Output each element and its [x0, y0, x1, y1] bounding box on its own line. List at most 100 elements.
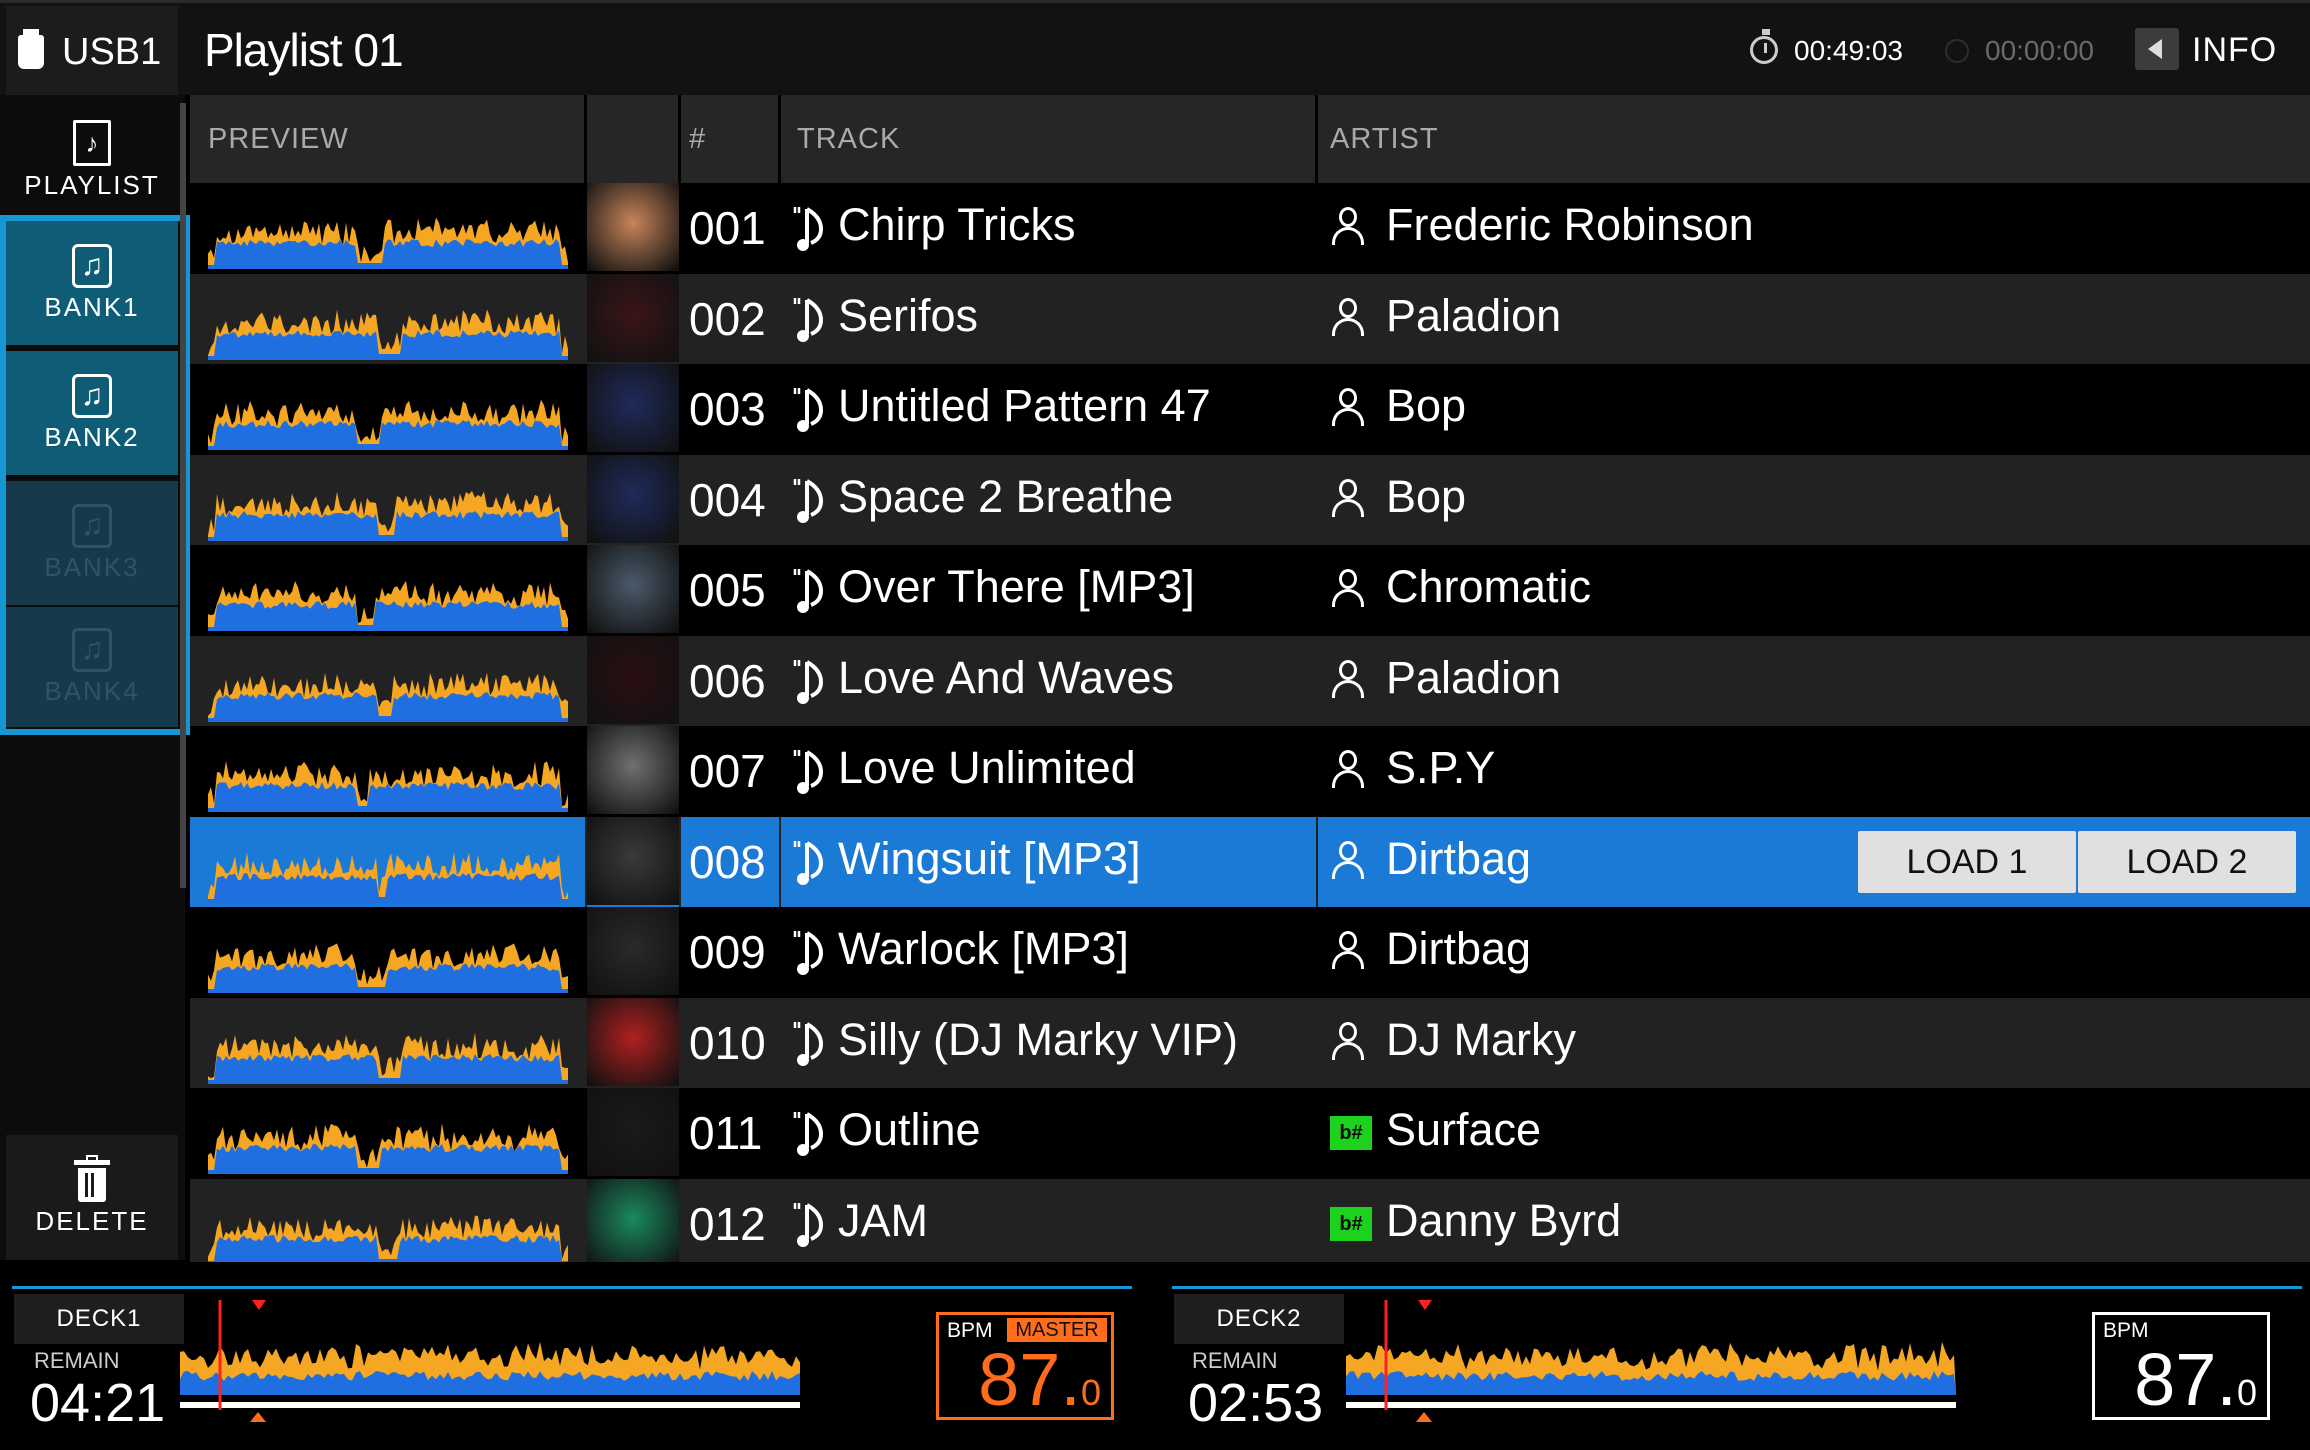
column-header-number[interactable]: # — [681, 95, 781, 183]
preview-cell[interactable] — [190, 817, 585, 907]
track-cell: Untitled Pattern 47 — [781, 364, 1316, 454]
preview-cell[interactable] — [190, 364, 585, 454]
artist-name: Dirtbag — [1386, 833, 1532, 884]
user-icon — [1330, 298, 1366, 338]
track-cell: Serifos — [781, 274, 1316, 364]
table-row[interactable]: 006 Love And Waves Paladion — [190, 636, 2310, 726]
album-artwork — [587, 726, 679, 814]
table-row[interactable]: 012 JAM b# Danny Byrd — [190, 1179, 2310, 1269]
track-icon — [793, 841, 824, 885]
track-preview-waveform[interactable] — [208, 563, 568, 631]
remain-label: REMAIN — [1192, 1348, 1278, 1373]
column-header-track[interactable]: TRACK — [781, 95, 1318, 183]
track-preview-waveform[interactable] — [208, 292, 568, 360]
table-row[interactable]: 011 Outline b# Surface — [190, 1088, 2310, 1178]
table-row[interactable]: 002 Serifos Paladion — [190, 274, 2310, 364]
preview-cell[interactable] — [190, 545, 585, 635]
label-icon: b# — [1330, 1116, 1372, 1150]
table-row[interactable]: 010 Silly (DJ Marky VIP) DJ Marky — [190, 998, 2310, 1088]
preview-cell[interactable] — [190, 274, 585, 364]
sidebar-item-bank3[interactable]: ♫ BANK3 — [6, 481, 178, 605]
table-row[interactable]: 007 Love Unlimited S.P.Y — [190, 726, 2310, 816]
artist-cell: Bop — [1318, 364, 2310, 454]
track-preview-waveform[interactable] — [208, 1106, 568, 1174]
preview-cell[interactable] — [190, 455, 585, 545]
load-deck-2-button[interactable]: LOAD 2 — [2078, 831, 2296, 893]
track-preview-waveform[interactable] — [208, 1197, 568, 1265]
bpm-display: BPM 87.0 — [2092, 1312, 2270, 1420]
bpm-value: 87.0 — [978, 1343, 1101, 1417]
track-preview-waveform[interactable] — [208, 925, 568, 993]
table-row[interactable]: 003 Untitled Pattern 47 Bop — [190, 364, 2310, 454]
preview-cell[interactable] — [190, 1179, 585, 1269]
artwork-cell — [587, 1088, 679, 1178]
album-artwork — [587, 1179, 679, 1267]
preview-cell[interactable] — [190, 636, 585, 726]
info-label[interactable]: INFO — [2192, 31, 2277, 70]
sidebar-item-bank2[interactable]: ♫ BANK2 — [6, 351, 178, 475]
artwork-cell — [587, 1179, 679, 1269]
sidebar-item-playlist[interactable]: ♪ PLAYLIST — [6, 105, 178, 215]
user-icon — [1330, 207, 1366, 247]
sidebar-item-bank4[interactable]: ♫ BANK4 — [6, 607, 178, 727]
track-icon — [793, 569, 824, 613]
artist-cell: S.P.Y — [1318, 726, 2310, 816]
sidebar-item-bank1[interactable]: ♫ BANK1 — [6, 221, 178, 345]
trash-icon — [74, 1155, 110, 1202]
track-preview-waveform[interactable] — [208, 654, 568, 722]
track-title: Over There [MP3] — [838, 561, 1195, 612]
track-preview-waveform[interactable] — [208, 382, 568, 450]
deck-2-waveform[interactable] — [1346, 1300, 2076, 1440]
track-cell: Warlock [MP3] — [781, 907, 1316, 997]
number-cell: 001 — [681, 183, 779, 273]
preview-cell[interactable] — [190, 998, 585, 1088]
deck-tag: DECK2 — [1174, 1294, 1344, 1344]
source-label: USB1 — [62, 30, 162, 73]
deck-1-waveform[interactable] — [180, 1300, 920, 1440]
table-row[interactable]: 001 Chirp Tricks Frederic Robinson — [190, 183, 2310, 273]
load-deck-1-button[interactable]: LOAD 1 — [1858, 831, 2076, 893]
music-note-icon: ♫ — [72, 503, 112, 548]
track-preview-waveform[interactable] — [208, 473, 568, 541]
user-icon — [1330, 479, 1366, 519]
artwork-cell — [587, 726, 679, 816]
table-row[interactable]: 008 Wingsuit [MP3] Dirtbag LOAD 1 LOAD 2 — [190, 817, 2310, 907]
album-artwork — [587, 998, 679, 1086]
track-number: 004 — [689, 474, 766, 526]
position-marker — [250, 1412, 266, 1422]
info-toggle-button[interactable] — [2135, 28, 2179, 70]
track-preview-waveform[interactable] — [208, 835, 568, 903]
cue-marker — [252, 1300, 266, 1310]
track-preview-waveform[interactable] — [208, 201, 568, 269]
artist-name: Surface — [1386, 1104, 1542, 1155]
preview-cell[interactable] — [190, 1088, 585, 1178]
table-row[interactable]: 005 Over There [MP3] Chromatic — [190, 545, 2310, 635]
deck-divider — [1172, 1286, 2302, 1289]
delete-label: DELETE — [35, 1206, 149, 1236]
artwork-cell — [587, 364, 679, 454]
sidebar-scrollbar[interactable] — [180, 103, 186, 888]
preview-cell[interactable] — [190, 183, 585, 273]
artist-name: Bop — [1386, 380, 1467, 431]
preview-cell[interactable] — [190, 907, 585, 997]
track-cell: Love And Waves — [781, 636, 1316, 726]
deck-panel: DECK1 REMAIN 04:21 BPM MASTER 87.0 DECK2… — [0, 1262, 2310, 1450]
artist-cell: DJ Marky — [1318, 998, 2310, 1088]
preview-cell[interactable] — [190, 726, 585, 816]
column-header-preview[interactable]: PREVIEW — [190, 95, 587, 183]
table-row[interactable]: 004 Space 2 Breathe Bop — [190, 455, 2310, 545]
source-usb1[interactable]: USB1 — [6, 6, 178, 98]
usb-icon — [18, 29, 44, 69]
track-icon — [793, 207, 824, 251]
delete-button[interactable]: DELETE — [6, 1135, 178, 1260]
track-icon — [793, 660, 824, 704]
deck-2: DECK2 REMAIN 02:53 BPM 87.0 — [1160, 1262, 2310, 1450]
table-row[interactable]: 009 Warlock [MP3] Dirtbag — [190, 907, 2310, 997]
column-header-artwork[interactable] — [587, 95, 681, 183]
bpm-integer: 87. — [978, 1338, 1081, 1421]
track-preview-waveform[interactable] — [208, 1016, 568, 1084]
artwork-cell — [587, 455, 679, 545]
column-header-artist[interactable]: ARTIST — [1318, 95, 2310, 183]
track-preview-waveform[interactable] — [208, 744, 568, 812]
track-icon — [793, 479, 824, 523]
